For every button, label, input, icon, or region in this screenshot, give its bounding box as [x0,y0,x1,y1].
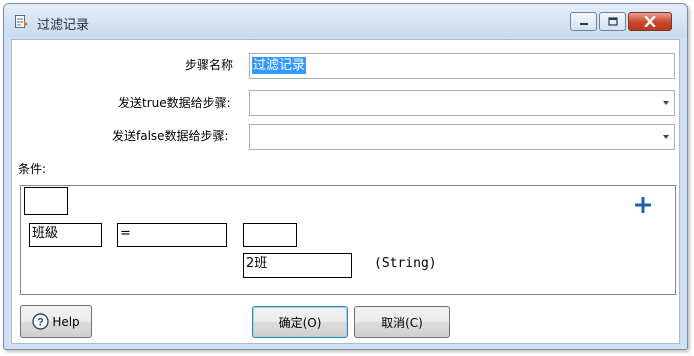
condition-editor[interactable]: 班級 = 2班 (String) [20,185,676,295]
condition-field-box[interactable]: 班級 [29,223,102,247]
ok-button[interactable]: 确定(O) [252,306,348,338]
dialog-content: 步骤名称 过滤记录 发送true数据给步骤: 发送false数据给步骤: 条件:… [11,39,680,344]
send-false-combo[interactable] [249,124,675,150]
step-name-input[interactable]: 过滤记录 [249,53,675,79]
maximize-icon [607,17,618,26]
chevron-down-icon[interactable] [663,101,669,105]
help-button[interactable]: ? Help [20,305,92,338]
value-type-label: (String) [374,256,437,271]
filter-step-icon [15,15,28,28]
title-bar[interactable]: 过滤记录 [4,4,687,37]
send-true-label: 发送true数据给步骤: [118,96,231,110]
compare-field-box[interactable] [243,223,297,247]
minimize-icon [579,22,588,25]
condition-value-box[interactable]: 2班 [243,253,352,278]
add-condition-icon[interactable] [633,195,653,215]
step-name-label: 步骤名称 [185,58,234,72]
ok-button-label: 确定(O) [278,315,322,330]
help-button-label: Help [52,314,80,329]
cancel-button-label: 取消(C) [381,315,423,330]
dialog-window: 过滤记录 步骤名称 过滤记录 发送true数据给步骤: 发送false数据给步骤… [3,3,688,350]
send-true-combo[interactable] [249,90,675,116]
chevron-down-icon[interactable] [663,135,669,139]
svg-text:?: ? [37,317,44,329]
send-false-label: 发送false数据给步骤: [112,129,229,143]
step-name-value: 过滤记录 [252,57,307,74]
cancel-button[interactable]: 取消(C) [354,306,450,338]
help-icon: ? [32,313,50,330]
maximize-button[interactable] [599,12,626,31]
condition-operator-box[interactable]: = [117,223,227,247]
condition-label: 条件: [18,162,47,176]
minimize-button[interactable] [570,12,597,31]
close-button[interactable] [628,12,672,31]
close-icon [644,16,656,27]
window-title: 过滤记录 [37,18,90,33]
negate-toggle-box[interactable] [24,187,68,215]
